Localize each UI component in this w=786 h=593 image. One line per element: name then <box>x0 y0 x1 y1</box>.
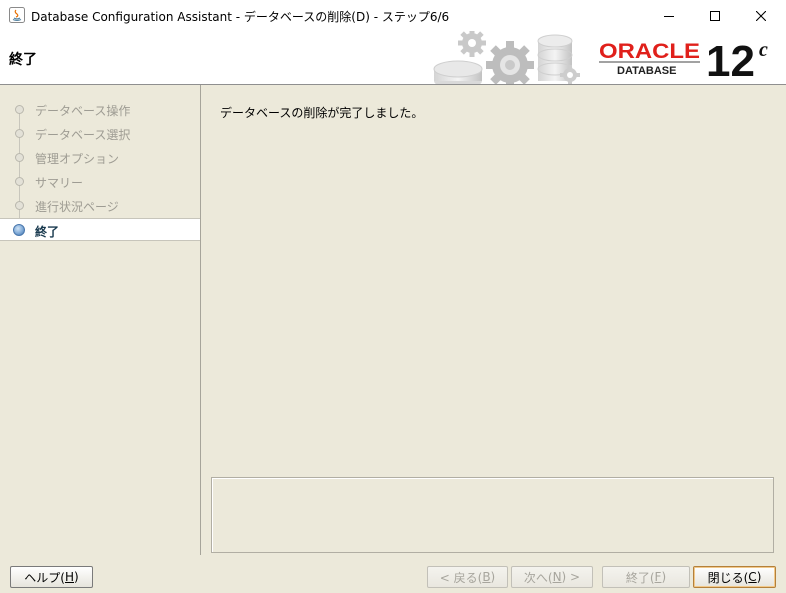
oracle-logo-text: ORACLE <box>599 40 700 63</box>
completion-message: データベースの削除が完了しました。 <box>220 106 424 120</box>
maximize-button[interactable] <box>692 0 738 31</box>
step-finish[interactable]: 終了 <box>0 218 200 241</box>
minimize-button[interactable] <box>646 0 692 31</box>
close-button-label-end: ) <box>756 570 762 584</box>
details-panel <box>211 477 774 553</box>
gears-database-icon <box>433 31 580 84</box>
button-bar: ヘルプ(H) < 戻る(B) 次へ(N) > 終了(F) 閉じる(C) <box>0 561 786 593</box>
help-button-label-end: ) <box>74 570 79 584</box>
next-button-label: 次へ( <box>523 570 553 585</box>
close-window-button[interactable] <box>738 0 784 31</box>
back-button-label: < 戻る( <box>439 570 483 585</box>
finish-button-label: 終了( <box>625 570 655 585</box>
help-button-mnemonic: H <box>64 570 75 584</box>
back-button-label-end: ) <box>490 570 496 584</box>
step-done-icon <box>15 129 24 138</box>
step-done-icon <box>15 153 24 162</box>
close-icon <box>756 10 766 21</box>
page-header: 終了 ORACLE DATABASE 12 c <box>0 31 786 85</box>
main-panel: データベース操作 データベース選択 管理オプション サマリー 進行状況ページ 終… <box>0 85 786 561</box>
finish-button-label-end: ) <box>661 570 667 584</box>
finish-button-mnemonic: F <box>654 570 662 584</box>
next-button[interactable]: 次へ(N) > <box>511 566 593 588</box>
step-label: データベース操作 <box>35 104 131 118</box>
database-logo-text: DATABASE <box>617 65 676 77</box>
window-title: Database Configuration Assistant - データベー… <box>31 10 450 24</box>
maximize-icon <box>710 10 720 21</box>
step-done-icon <box>15 201 24 210</box>
step-management-options[interactable]: 管理オプション <box>0 146 200 169</box>
close-button[interactable]: 閉じる(C) <box>693 566 776 588</box>
close-button-label: 閉じる( <box>707 570 749 585</box>
back-button[interactable]: < 戻る(B) <box>427 566 508 588</box>
step-label: 管理オプション <box>35 152 120 166</box>
step-database-selection[interactable]: データベース選択 <box>0 122 200 145</box>
content-area: データベースの削除が完了しました。 <box>202 85 786 555</box>
page-title: 終了 <box>9 52 37 68</box>
step-label: 進行状況ページ <box>35 200 119 214</box>
version-suffix: c <box>759 39 768 61</box>
step-done-icon <box>15 105 24 114</box>
java-app-icon <box>9 7 25 23</box>
step-summary[interactable]: サマリー <box>0 170 200 193</box>
step-done-icon <box>15 177 24 186</box>
back-button-mnemonic: B <box>482 570 491 584</box>
title-bar[interactable]: Database Configuration Assistant - データベー… <box>0 0 786 31</box>
help-button[interactable]: ヘルプ(H) <box>10 566 93 588</box>
step-label: データベース選択 <box>35 128 131 142</box>
finish-button[interactable]: 終了(F) <box>602 566 690 588</box>
step-progress-page[interactable]: 進行状況ページ <box>0 194 200 217</box>
step-current-icon <box>13 224 25 236</box>
step-database-operation[interactable]: データベース操作 <box>0 98 200 121</box>
help-button-label: ヘルプ( <box>24 570 65 585</box>
step-navigator: データベース操作 データベース選択 管理オプション サマリー 進行状況ページ 終… <box>0 85 201 555</box>
step-label: 終了 <box>35 225 60 239</box>
version-badge: 12 c <box>706 37 768 84</box>
minimize-icon <box>664 15 674 17</box>
next-button-label-end: ) > <box>561 570 581 584</box>
close-button-mnemonic: C <box>748 570 757 584</box>
next-button-mnemonic: N <box>552 570 562 584</box>
step-label: サマリー <box>35 176 84 190</box>
version-number: 12 <box>706 37 755 84</box>
oracle-logo-icon: ORACLE DATABASE <box>599 40 700 77</box>
oracle-database-logo: ORACLE DATABASE <box>598 40 702 81</box>
